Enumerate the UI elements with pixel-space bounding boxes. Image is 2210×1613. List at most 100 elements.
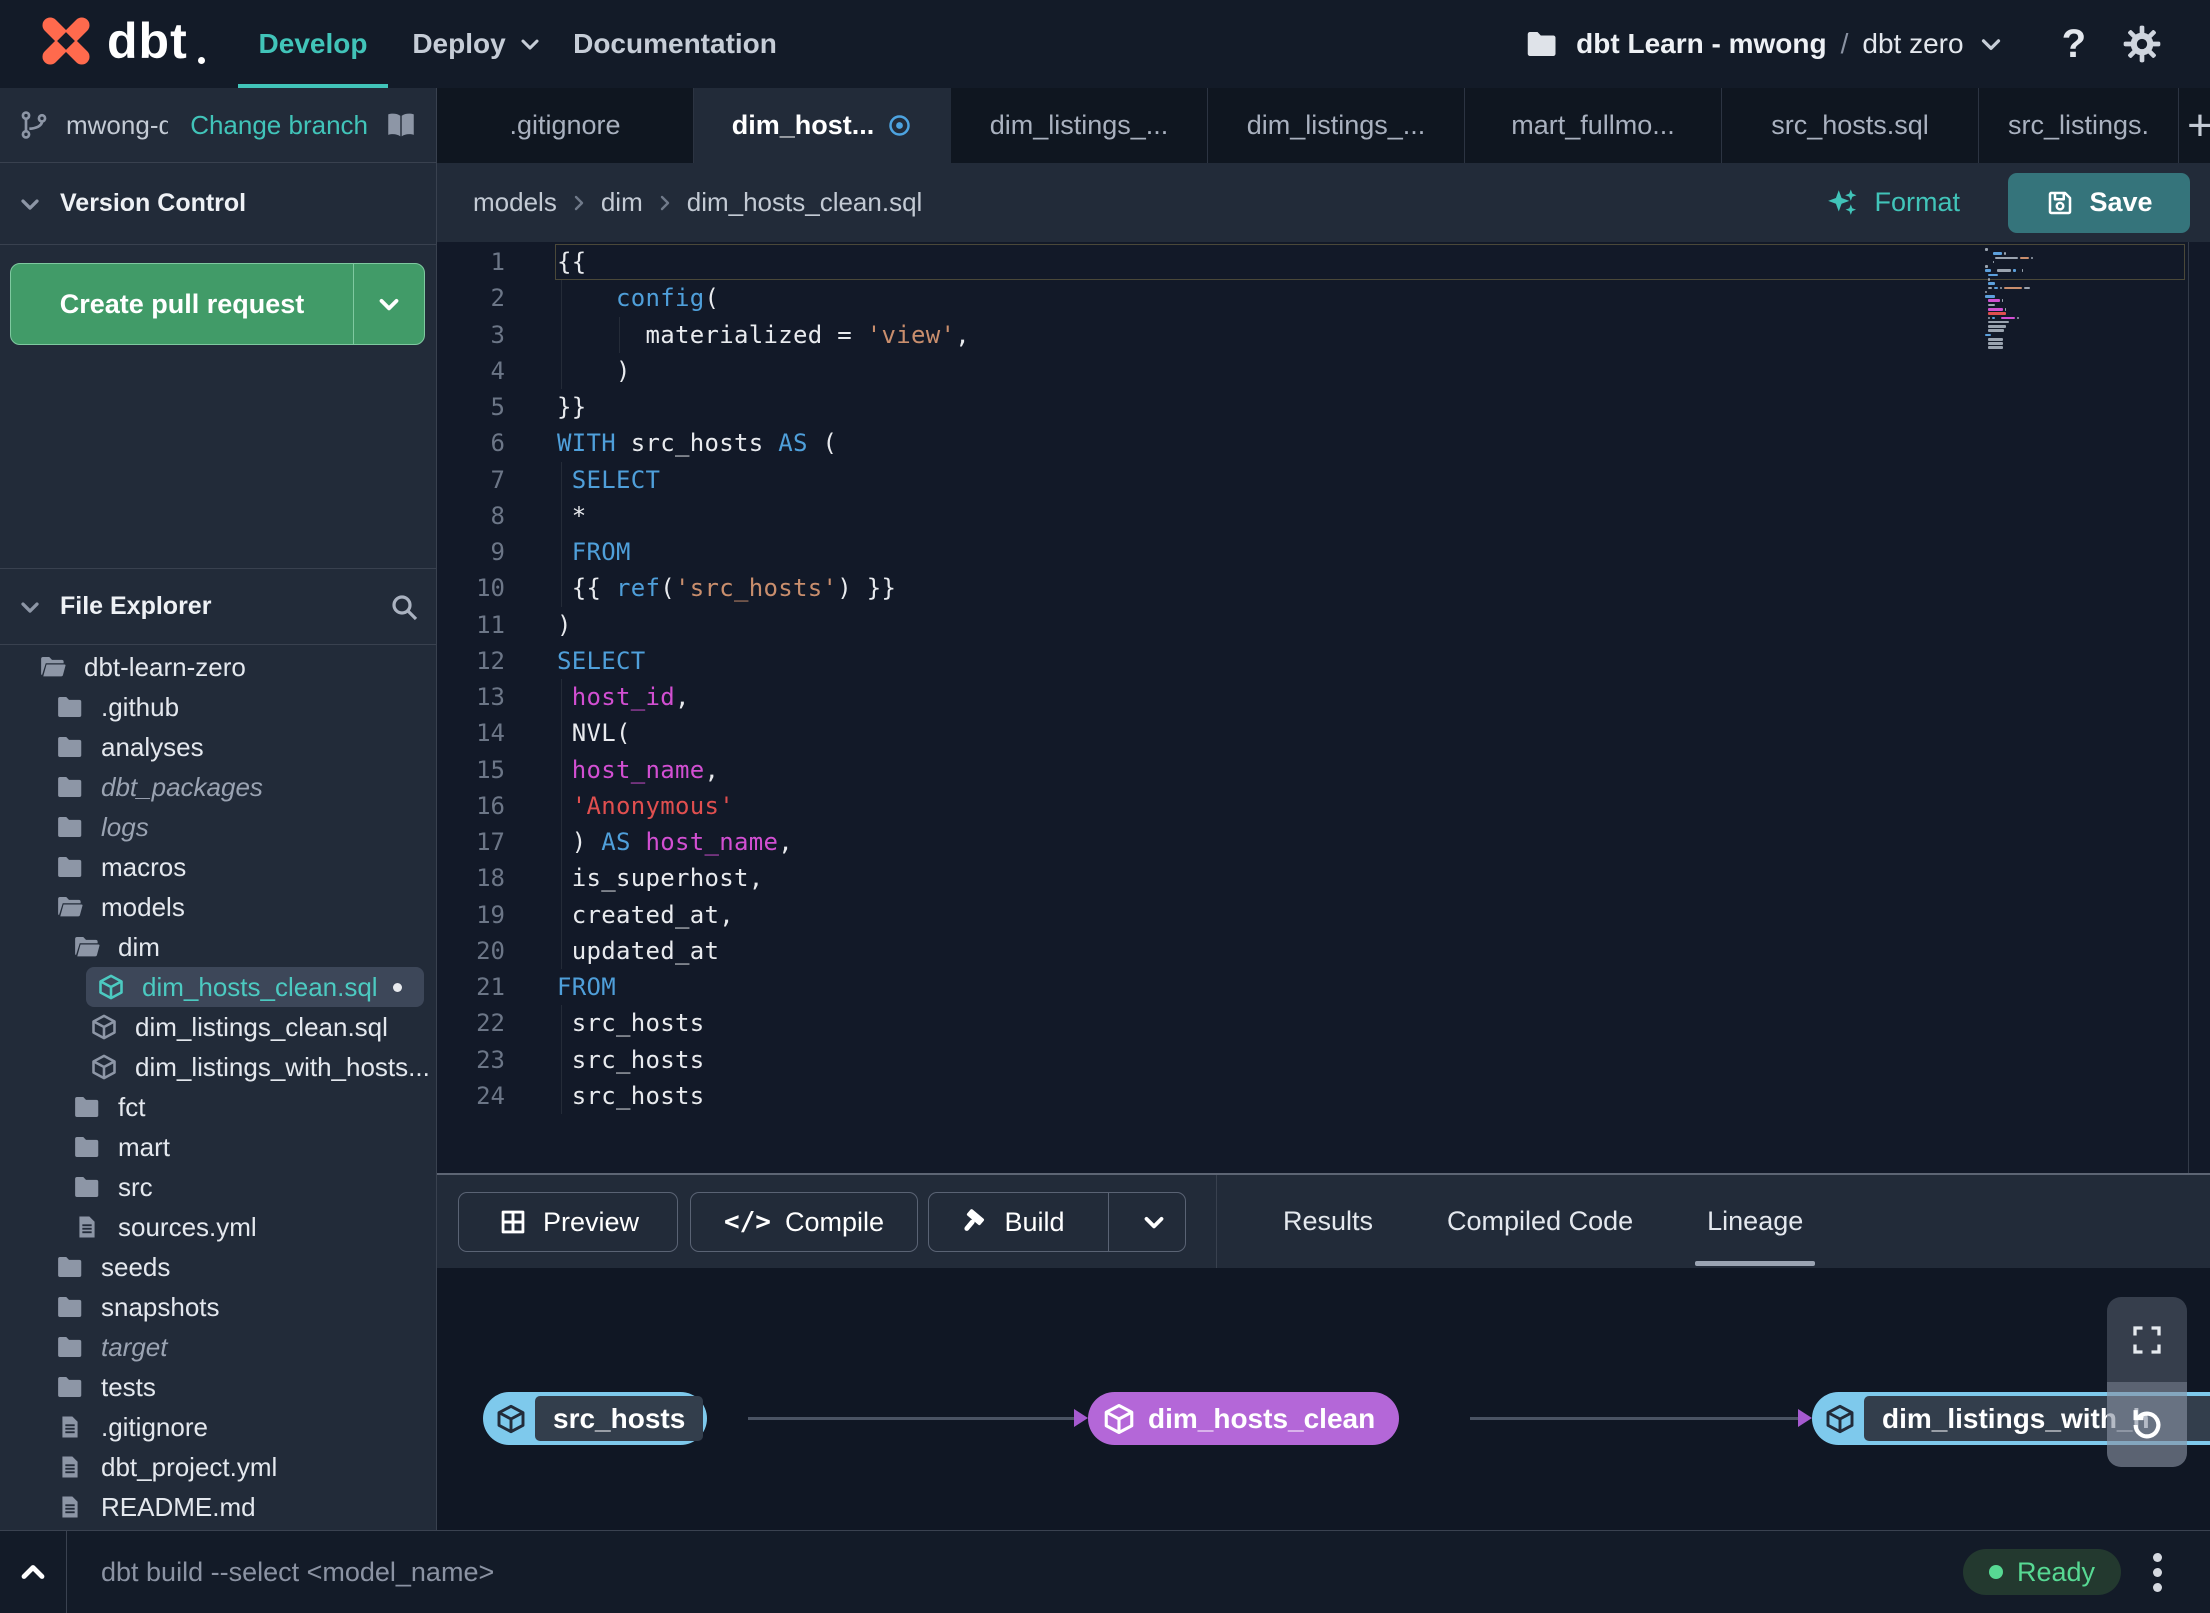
code-line[interactable]: 23 src_hosts (437, 1042, 2210, 1078)
editor-tab[interactable]: dim_host... (694, 88, 951, 163)
code-line[interactable]: 21 FROM (437, 969, 2210, 1005)
editor-minimap[interactable] (1985, 248, 2047, 351)
code-line[interactable]: 6 WITH src_hosts AS ( (437, 425, 2210, 461)
file-tree-item[interactable]: snapshots (0, 1287, 436, 1327)
panel-tab-results[interactable]: Results (1275, 1175, 1381, 1268)
preview-button[interactable]: Preview (458, 1192, 678, 1252)
file-tree-item[interactable]: sources.yml (0, 1207, 436, 1247)
file-tree-item[interactable]: macros (0, 847, 436, 887)
file-tree-item[interactable]: dbt-learn-zero (0, 647, 436, 687)
editor-tab[interactable]: .gitignore (437, 88, 694, 163)
folder-icon (70, 932, 104, 962)
file-tree-item[interactable]: dim_listings_with_hosts... (0, 1047, 436, 1087)
folder-icon (53, 852, 87, 882)
code-line[interactable]: 9 FROM (437, 534, 2210, 570)
code-line[interactable]: 14 NVL( (437, 715, 2210, 751)
file-tree-item[interactable]: analyses (0, 727, 436, 767)
editor-tab[interactable]: src_hosts.sql (1722, 88, 1979, 163)
fullscreen-icon[interactable] (2107, 1297, 2187, 1382)
file-tree-item[interactable]: dbt_project.yml (0, 1447, 436, 1487)
lineage-node-dim-hosts-clean[interactable]: dim_hosts_clean (1088, 1392, 1400, 1445)
code-line[interactable]: 19 created_at, (437, 897, 2210, 933)
code-line[interactable]: 18 is_superhost, (437, 860, 2210, 896)
nav-item-deploy[interactable]: Deploy (398, 0, 558, 88)
editor-tab[interactable]: dim_listings_... (951, 88, 1208, 163)
nav-item-documentation[interactable]: Documentation (570, 0, 780, 88)
change-branch-link[interactable]: Change branch (190, 110, 368, 141)
docs-book-icon[interactable] (384, 108, 418, 142)
code-line[interactable]: 3 materialized = 'view', (437, 317, 2210, 353)
code-line[interactable]: 8 * (437, 498, 2210, 534)
code-line[interactable]: 1 {{ (437, 244, 2210, 280)
chevron-up-icon[interactable] (0, 1554, 66, 1590)
pr-options-chevron-down-icon[interactable] (354, 289, 424, 319)
help-icon[interactable]: ? (2062, 22, 2086, 67)
file-tree-item[interactable]: README.md (0, 1487, 436, 1527)
file-tree-item[interactable]: fct (0, 1087, 436, 1127)
create-pull-request-button[interactable]: Create pull request (10, 263, 425, 345)
file-tree-item[interactable]: models (0, 887, 436, 927)
code-line[interactable]: 11) (437, 607, 2210, 643)
file-tree-item[interactable]: target (0, 1327, 436, 1367)
file-tree-item[interactable]: .github (0, 687, 436, 727)
code-line[interactable]: 5}} (437, 389, 2210, 425)
file-tree-item[interactable]: logs (0, 807, 436, 847)
code-line[interactable]: 12 SELECT (437, 643, 2210, 679)
file-explorer-header[interactable]: File Explorer (0, 568, 436, 645)
editor-tab[interactable]: dim_listings_... (1208, 88, 1465, 163)
compile-button[interactable]: </> Compile (690, 1192, 918, 1252)
build-options-chevron-down-icon[interactable] (1123, 1207, 1185, 1237)
breadcrumb-item[interactable]: models (473, 187, 557, 218)
panel-tab-compiled-code[interactable]: Compiled Code (1439, 1175, 1641, 1268)
search-icon[interactable] (388, 591, 420, 623)
new-tab-button[interactable]: + (2179, 88, 2210, 163)
file-tree-item[interactable]: .gitignore (0, 1407, 436, 1447)
command-input-hint[interactable]: dbt build --select <model_name> (101, 1557, 494, 1588)
nav-item-develop[interactable]: Develop (238, 0, 388, 89)
environment-name[interactable]: dbt zero (1862, 28, 1963, 60)
file-tree-item[interactable]: src (0, 1167, 436, 1207)
editor-tab[interactable]: mart_fullmo... (1465, 88, 1722, 163)
editor-tab[interactable]: src_listings. (1979, 88, 2179, 163)
code-line[interactable]: 15 host_name, (437, 752, 2210, 788)
code-editor[interactable]: 1{{2 config(3 materialized = 'view', 4 ) 5… (437, 242, 2210, 1173)
format-button[interactable]: Format (1826, 186, 1960, 220)
file-tree-item[interactable]: dim (0, 927, 436, 967)
project-name[interactable]: dbt Learn - mwong (1576, 28, 1826, 60)
project-switcher-chevron-down-icon[interactable] (1976, 29, 2006, 59)
version-control-header[interactable]: Version Control (0, 163, 436, 245)
code-line[interactable]: 10 {{ ref('src_hosts') }} (437, 570, 2210, 606)
build-button[interactable]: Build (928, 1192, 1186, 1252)
file-tree-item[interactable]: dbt_packages (0, 767, 436, 807)
file-tree-item[interactable]: dim_hosts_clean.sql (86, 967, 424, 1007)
dbt-logo[interactable]: dbt (35, 10, 205, 72)
breadcrumb-item[interactable]: dim_hosts_clean.sql (687, 187, 923, 218)
kebab-menu-icon[interactable] (2149, 1549, 2166, 1596)
breadcrumb-item[interactable]: dim (601, 187, 643, 218)
code-line[interactable]: 4 ) (437, 353, 2210, 389)
panel-tab-lineage[interactable]: Lineage (1695, 1175, 1816, 1268)
editor-scrollbar[interactable] (2188, 242, 2189, 1173)
code-text: is_superhost, (557, 864, 764, 893)
code-text: ) AS host_name, (557, 828, 793, 857)
code-line[interactable]: 2 config( (437, 280, 2210, 316)
code-line[interactable]: 7 SELECT (437, 462, 2210, 498)
reset-view-icon[interactable] (2107, 1382, 2187, 1467)
code-line[interactable]: 16 'Anonymous' (437, 788, 2210, 824)
code-line[interactable]: 20 updated_at (437, 933, 2210, 969)
file-tree-item[interactable]: dim_listings_clean.sql (0, 1007, 436, 1047)
file-tree-item[interactable]: seeds (0, 1247, 436, 1287)
file-icon (53, 1493, 87, 1521)
code-area[interactable]: 1{{2 config(3 materialized = 'view', 4 ) 5… (437, 244, 2210, 1114)
file-tree-item[interactable]: mart (0, 1127, 436, 1167)
lineage-node-src-hosts[interactable]: src_hosts (483, 1392, 708, 1445)
code-line[interactable]: 13 host_id, (437, 679, 2210, 715)
format-label: Format (1874, 187, 1960, 217)
code-line[interactable]: 17 ) AS host_name, (437, 824, 2210, 860)
lineage-graph[interactable]: src_hosts dim_hosts_clean dim_listings_w… (437, 1268, 2210, 1530)
file-tree-item[interactable]: tests (0, 1367, 436, 1407)
settings-gear-icon[interactable] (2122, 24, 2162, 64)
save-button[interactable]: Save (2008, 172, 2190, 233)
code-line[interactable]: 24 src_hosts (437, 1078, 2210, 1114)
code-line[interactable]: 22 src_hosts (437, 1005, 2210, 1041)
